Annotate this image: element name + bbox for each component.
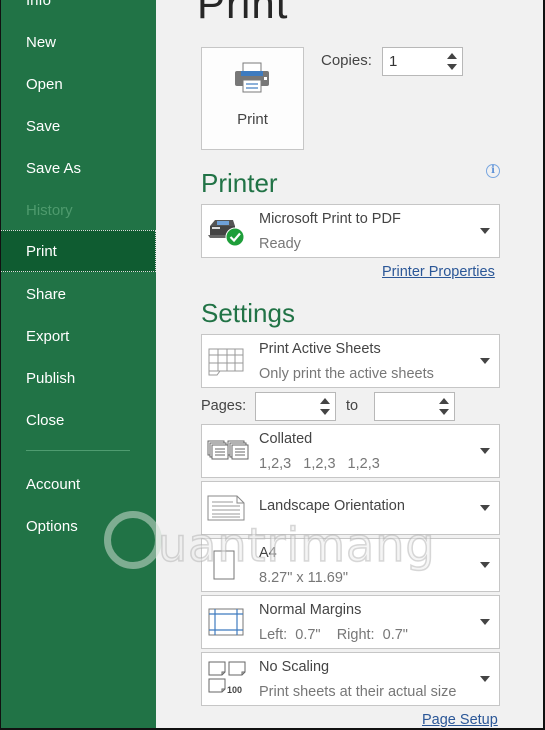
sidebar-item-account[interactable]: Account: [0, 463, 156, 505]
print-panel: Print Print Copies: Printer i: [156, 0, 545, 730]
printer-dropdown[interactable]: Microsoft Print to PDF Ready: [201, 204, 500, 258]
scaling-title: No Scaling: [259, 659, 330, 675]
scaling-subtitle: Print sheets at their actual size: [259, 684, 457, 700]
printer-section-title: Printer: [201, 168, 278, 198]
chevron-down-icon: [480, 619, 490, 625]
margins-icon: [208, 608, 244, 636]
margins-dropdown[interactable]: Normal Margins Left: 0.7" Right: 0.7": [201, 595, 500, 649]
no-scaling-icon: 100: [208, 661, 246, 695]
settings-section-title: Settings: [201, 298, 295, 328]
sidebar-item-options[interactable]: Options: [0, 505, 156, 547]
sidebar-item-info[interactable]: Info: [0, 0, 156, 21]
backstage-sidebar: Info New Open Save Save As History Print…: [0, 0, 156, 730]
sidebar-item-save[interactable]: Save: [0, 105, 156, 147]
pages-to-stepper: [374, 392, 455, 421]
orientation-title: Landscape Orientation: [259, 498, 405, 514]
printer-icon: [235, 62, 269, 93]
collated-icon: [207, 440, 249, 460]
chevron-down-icon: [480, 505, 490, 511]
sidebar-item-share[interactable]: Share: [0, 273, 156, 315]
copies-label: Copies:: [321, 52, 372, 69]
chevron-down-icon: [480, 358, 490, 364]
printer-ready-icon: [208, 220, 245, 247]
pages-to-increment[interactable]: [439, 398, 449, 404]
pages-from-decrement[interactable]: [320, 409, 330, 415]
collation-dropdown[interactable]: Collated 1,2,3 1,2,3 1,2,3: [201, 424, 500, 478]
orientation-dropdown[interactable]: Landscape Orientation: [201, 481, 500, 535]
paper-size-title: A4: [259, 545, 277, 561]
margins-subtitle: Left: 0.7" Right: 0.7": [259, 627, 408, 643]
page-title: Print: [197, 0, 289, 27]
sidebar-item-publish[interactable]: Publish: [0, 357, 156, 399]
copies-stepper: [382, 47, 463, 76]
sidebar-item-history: History: [26, 201, 73, 219]
scaling-badge: 100: [227, 685, 242, 695]
pages-to-arrows: [438, 396, 450, 417]
pages-to-input[interactable]: [375, 393, 434, 420]
chevron-down-icon: [480, 676, 490, 682]
page-setup-link[interactable]: Page Setup: [422, 712, 498, 728]
printer-name: Microsoft Print to PDF: [259, 211, 401, 227]
printer-properties-link[interactable]: Printer Properties: [382, 264, 495, 280]
pages-from-input[interactable]: [256, 393, 315, 420]
pages-to-label: to: [346, 398, 359, 414]
sidebar-item-print[interactable]: Print: [0, 230, 156, 272]
landscape-page-icon: [207, 495, 245, 521]
sheet-grid-icon: [208, 348, 244, 376]
pages-from-arrows: [319, 396, 331, 417]
sidebar-item-save-as[interactable]: Save As: [0, 147, 156, 189]
portrait-page-icon: [213, 550, 235, 580]
printer-status: Ready: [259, 236, 301, 252]
chevron-down-icon: [480, 228, 490, 234]
copies-arrows: [446, 51, 458, 72]
sidebar-divider: [26, 450, 130, 451]
sidebar-item-close[interactable]: Close: [0, 399, 156, 441]
print-what-dropdown[interactable]: Print Active Sheets Only print the activ…: [201, 334, 500, 388]
pages-to-decrement[interactable]: [439, 409, 449, 415]
paper-size-subtitle: 8.27" x 11.69": [259, 570, 349, 586]
print-what-title: Print Active Sheets: [259, 341, 381, 357]
copies-increment[interactable]: [447, 53, 457, 59]
sidebar-item-open[interactable]: Open: [0, 63, 156, 105]
sidebar-item-new[interactable]: New: [0, 21, 156, 63]
margins-title: Normal Margins: [259, 602, 362, 618]
print-button-label: Print: [237, 111, 268, 128]
collation-subtitle: 1,2,3 1,2,3 1,2,3: [259, 456, 380, 472]
pages-from-increment[interactable]: [320, 398, 330, 404]
paper-size-dropdown[interactable]: A4 8.27" x 11.69": [201, 538, 500, 592]
print-button[interactable]: Print: [201, 47, 304, 150]
info-icon[interactable]: i: [486, 164, 500, 178]
copies-input[interactable]: [383, 48, 442, 75]
pages-from-stepper: [255, 392, 336, 421]
pages-label: Pages:: [201, 398, 247, 414]
print-what-subtitle: Only print the active sheets: [259, 366, 434, 382]
scaling-dropdown[interactable]: 100 No Scaling Print sheets at their act…: [201, 652, 500, 706]
copies-decrement[interactable]: [447, 64, 457, 70]
collation-title: Collated: [259, 431, 313, 447]
chevron-down-icon: [480, 562, 490, 568]
chevron-down-icon: [480, 448, 490, 454]
sidebar-item-export[interactable]: Export: [0, 315, 156, 357]
